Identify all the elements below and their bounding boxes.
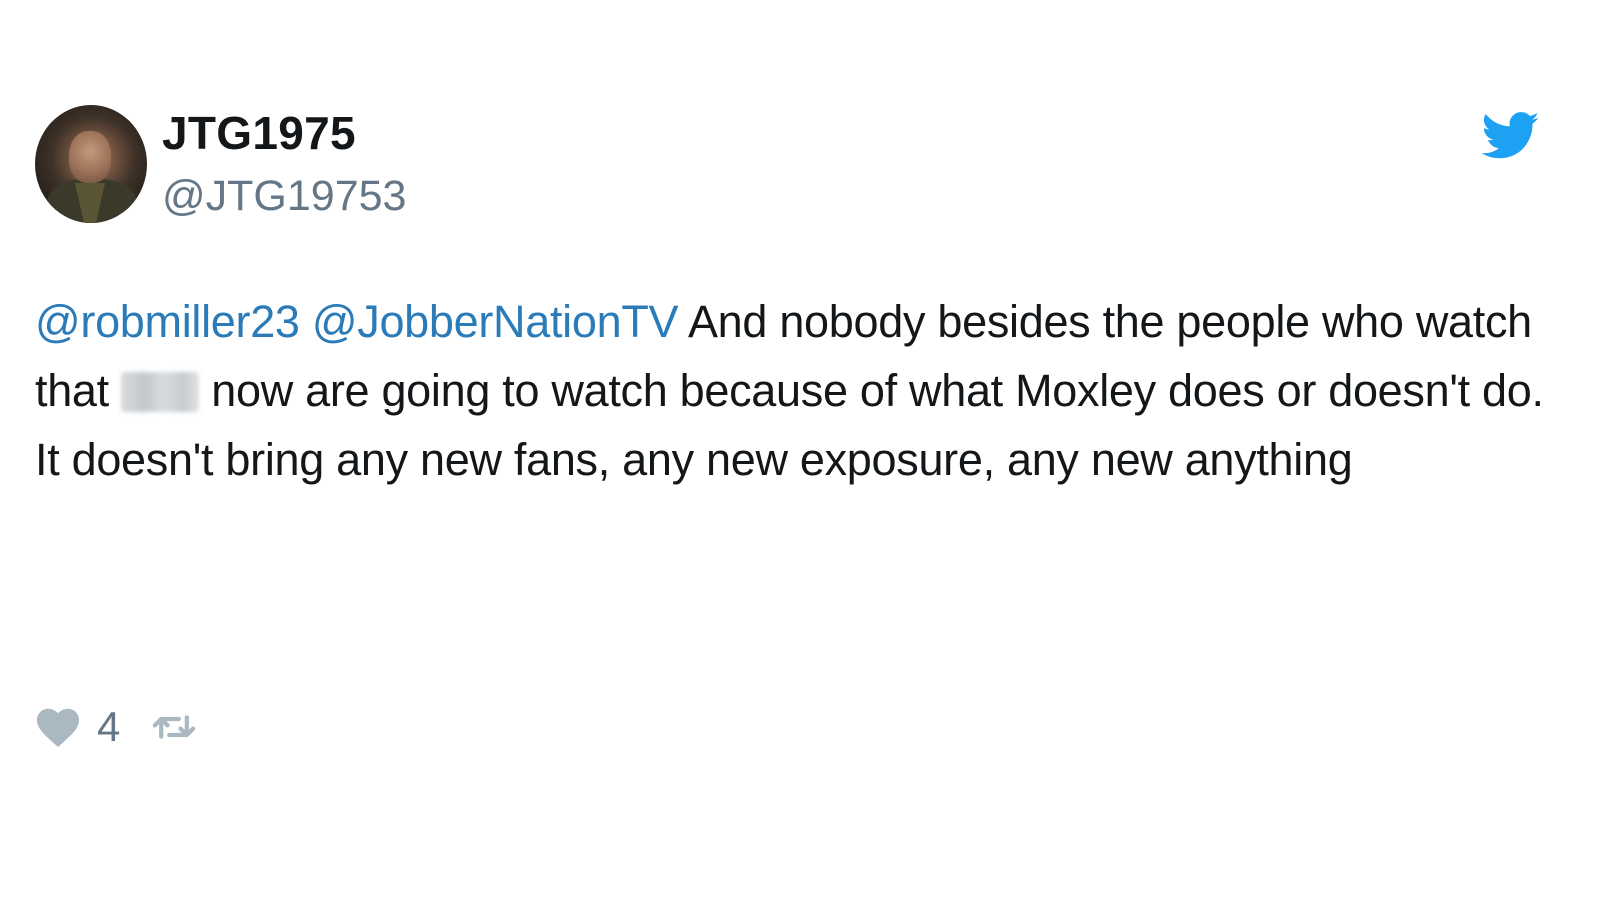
tweet-actions: 4	[35, 702, 198, 752]
blurred-word	[121, 372, 200, 412]
author-handle[interactable]: @JTG19753	[162, 170, 406, 222]
tweet-text: @robmiller23 @JobberNationTV And nobody …	[35, 287, 1575, 494]
avatar-face	[69, 131, 111, 183]
tweet-card: JTG1975 @JTG19753 @robmiller23 @JobberNa…	[0, 0, 1600, 900]
tweet-text-segment: now are going to watch because of what M…	[35, 365, 1544, 485]
mention-link[interactable]: @JobberNationTV	[312, 296, 679, 347]
avatar[interactable]	[35, 105, 147, 223]
heart-icon[interactable]	[35, 705, 81, 749]
mention-link[interactable]: @robmiller23	[35, 296, 300, 347]
author-display-name[interactable]: JTG1975	[162, 105, 356, 161]
retweet-icon[interactable]	[150, 710, 198, 744]
like-count: 4	[97, 703, 121, 750]
twitter-bird-icon[interactable]	[1482, 110, 1540, 162]
